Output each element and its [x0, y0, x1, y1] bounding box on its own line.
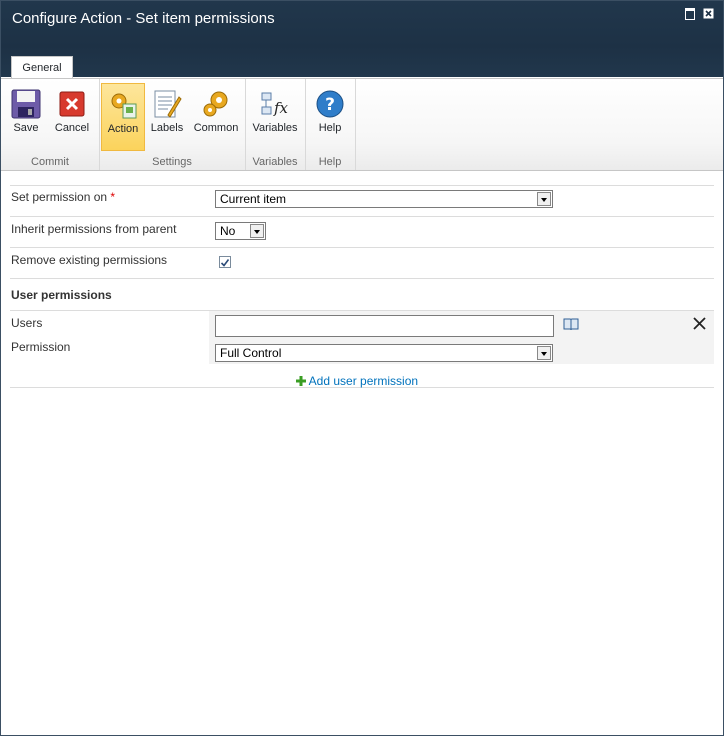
dialog-window: Configure Action - Set item permissions …	[0, 0, 724, 736]
cancel-x-icon	[57, 89, 87, 119]
common-button[interactable]: Common	[191, 83, 241, 149]
set-permission-on-select[interactable]: Current item	[215, 190, 553, 208]
ribbon-group-commit: Save Cancel Commit	[1, 79, 100, 170]
row-remove-existing: Remove existing permissions	[10, 247, 714, 279]
save-label: Save	[13, 122, 39, 134]
chevron-down-icon[interactable]	[537, 346, 551, 360]
row-user-permissions-heading: User permissions	[10, 278, 714, 311]
add-user-permission-link[interactable]: Add user permission	[296, 374, 418, 388]
inherit-label: Inherit permissions from parent	[11, 222, 177, 236]
add-plus-icon	[296, 376, 306, 386]
cancel-label: Cancel	[54, 122, 90, 134]
remove-existing-checkbox[interactable]	[219, 256, 231, 268]
checkmark-icon	[220, 259, 230, 267]
users-label: Users	[11, 316, 43, 330]
required-marker: *	[110, 190, 116, 204]
address-book-icon[interactable]	[563, 318, 579, 333]
variables-group-label: Variables	[252, 156, 298, 168]
variables-button[interactable]: fx Variables	[249, 83, 301, 149]
chevron-down-icon[interactable]	[537, 192, 551, 206]
help-label: Help	[318, 122, 342, 134]
labels-button[interactable]: Labels	[147, 83, 187, 149]
dialog-title: Configure Action - Set item permissions	[12, 10, 275, 27]
row-add-user-permission: Add user permission	[10, 363, 714, 388]
user-permissions-heading: User permissions	[11, 288, 112, 302]
ribbon-group-variables: fx Variables Variables	[245, 79, 306, 170]
permission-value: Full Control	[220, 346, 282, 360]
add-user-permission-label: Add user permission	[308, 374, 419, 388]
row-user-entry: Users Permission Full Control	[10, 310, 714, 364]
svg-text:?: ?	[325, 95, 335, 115]
variables-fx-icon: fx	[260, 89, 290, 119]
close-icon[interactable]	[703, 8, 714, 19]
remove-row-icon[interactable]	[693, 317, 706, 333]
help-button[interactable]: ? Help	[309, 83, 351, 149]
permission-select[interactable]: Full Control	[215, 344, 553, 362]
settings-group-label: Settings	[152, 156, 192, 168]
ribbon-group-help: ? Help Help	[305, 79, 356, 170]
tab-general[interactable]: General	[11, 56, 73, 79]
inherit-select[interactable]: No	[215, 222, 266, 240]
chevron-down-icon[interactable]	[250, 224, 264, 238]
maximize-icon[interactable]	[685, 8, 696, 20]
inherit-value: No	[220, 224, 236, 238]
ribbon: Save Cancel Commit Action Labels Common …	[1, 78, 723, 171]
labels-document-icon	[152, 89, 182, 119]
permission-label: Permission	[11, 340, 71, 354]
set-permission-on-label: Set permission on	[11, 190, 108, 204]
action-gears-icon	[108, 90, 138, 120]
common-gears-icon	[201, 89, 231, 119]
save-button[interactable]: Save	[5, 83, 47, 149]
ribbon-group-settings: Action Labels Common Settings	[99, 79, 246, 170]
commit-group-label: Commit	[31, 156, 69, 168]
help-group-label: Help	[318, 156, 342, 168]
variables-label: Variables	[252, 122, 298, 134]
row-inherit-permissions: Inherit permissions from parent No	[10, 216, 714, 248]
floppy-disk-icon	[11, 89, 41, 119]
common-label: Common	[193, 122, 239, 134]
remove-existing-label: Remove existing permissions	[11, 253, 168, 267]
action-button[interactable]: Action	[101, 83, 145, 151]
action-label: Action	[107, 123, 139, 135]
row-set-permission-on: Set permission on * Current item	[10, 185, 714, 217]
cancel-button[interactable]: Cancel	[51, 83, 93, 149]
users-input[interactable]	[215, 315, 554, 337]
set-permission-on-value: Current item	[220, 192, 287, 206]
title-bar: Configure Action - Set item permissions …	[1, 1, 723, 79]
svg-text:fx: fx	[273, 99, 289, 117]
help-question-icon: ?	[315, 89, 345, 119]
labels-label: Labels	[150, 122, 184, 134]
